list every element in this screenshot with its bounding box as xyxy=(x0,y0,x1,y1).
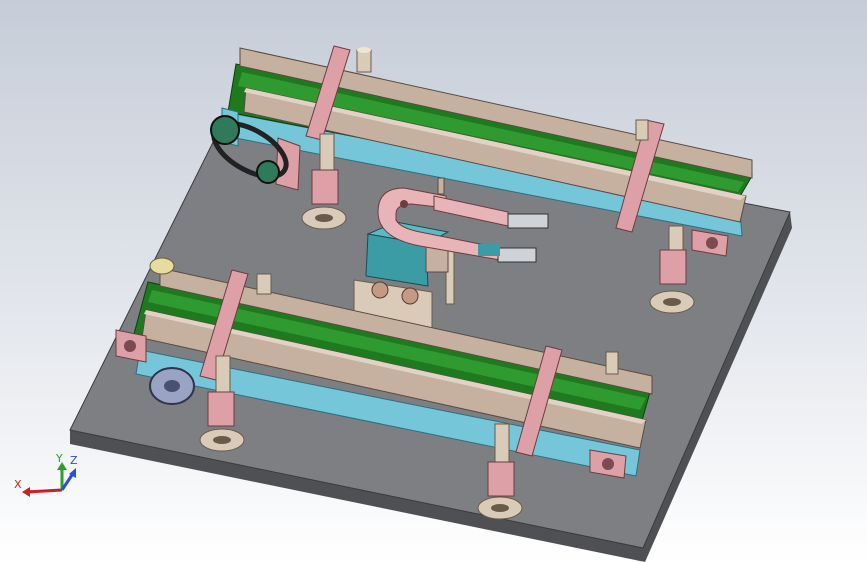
lower-post-2 xyxy=(215,355,231,397)
lower-foot-right-hole xyxy=(491,504,509,512)
upper-foot-right-hole xyxy=(663,298,681,306)
z-axis-label: Z xyxy=(70,454,78,467)
lower-motor-hub xyxy=(164,380,180,392)
lower-mount-right xyxy=(487,461,515,497)
axis-triad: X Y Z xyxy=(14,452,78,497)
lower-post-3 xyxy=(605,351,619,375)
cad-viewport[interactable]: X Y Z xyxy=(0,0,867,562)
assembly-model[interactable] xyxy=(0,0,867,562)
upper-bolt-right xyxy=(706,237,718,249)
lower-bolt-left xyxy=(124,340,136,352)
lower-post-1 xyxy=(256,273,272,295)
pulley-large[interactable] xyxy=(210,115,240,145)
stand-bolt-1 xyxy=(371,281,389,299)
gripper-finger-top[interactable] xyxy=(507,213,549,229)
upper-foot-left-hole xyxy=(315,214,333,222)
gripper-finger-bottom[interactable] xyxy=(497,247,537,263)
gripper-arm-hole xyxy=(400,200,408,208)
upper-mount-right xyxy=(659,249,687,285)
stand-bolt-2 xyxy=(401,287,419,305)
gripper-pin xyxy=(437,177,445,195)
lower-post-4 xyxy=(494,423,510,465)
lower-mount-left xyxy=(207,391,235,427)
pulley-small[interactable] xyxy=(256,160,280,184)
y-axis-label: Y xyxy=(55,452,63,465)
upper-post-3 xyxy=(635,119,649,141)
lower-foot-left-hole xyxy=(213,436,231,444)
upper-mount-left xyxy=(311,169,339,205)
x-axis-arrow xyxy=(25,488,63,494)
x-axis-head xyxy=(22,487,30,497)
gripper-finger-teal xyxy=(478,244,500,256)
lower-bolt-right xyxy=(602,458,614,470)
idler-pulley xyxy=(149,257,175,275)
upper-post-1 xyxy=(356,49,372,73)
x-axis-label: X xyxy=(14,478,22,491)
upper-post-1-cap xyxy=(357,47,371,53)
upper-post-2 xyxy=(319,133,335,171)
